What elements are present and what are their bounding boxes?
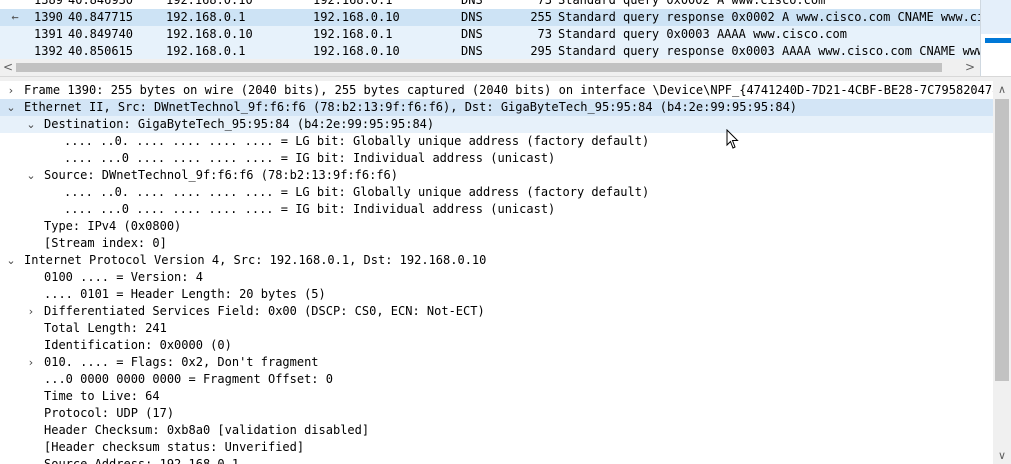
detail-row-ip-identification[interactable]: Identification: 0x0000 (0) — [0, 337, 993, 354]
detail-row-eth-stream-index[interactable]: [Stream index: 0] — [0, 235, 993, 252]
detail-row-ip-version[interactable]: 0100 .... = Version: 4 — [0, 269, 993, 286]
scroll-right-icon[interactable]: > — [962, 59, 978, 76]
detail-row-text: Differentiated Services Field: 0x00 (DSC… — [44, 304, 485, 318]
packet-row-1391[interactable]: 1391 40.849740 192.168.0.10 192.168.0.1 … — [0, 26, 980, 43]
packet-time: 40.850615 — [68, 44, 134, 58]
detail-row-text: Destination: GigaByteTech_95:95:84 (b4:2… — [44, 117, 435, 131]
detail-row-text: .... ..0. .... .... .... .... = LG bit: … — [64, 185, 650, 199]
collapse-chevron-icon[interactable]: ⌄ — [4, 99, 18, 116]
detail-row-ip-header-length[interactable]: .... 0101 = Header Length: 20 bytes (5) — [0, 286, 993, 303]
packet-number: 1391 — [34, 27, 63, 41]
packet-source: 192.168.0.10 — [166, 0, 253, 7]
packet-protocol: DNS — [461, 27, 483, 41]
detail-row-text: Ethernet II, Src: DWnetTechnol_9f:f6:f6 … — [24, 100, 798, 114]
detail-row-text: Protocol: UDP (17) — [44, 406, 175, 420]
packet-info: Standard query 0x0002 A www.cisco.com — [558, 0, 826, 7]
packet-source: 192.168.0.1 — [166, 10, 246, 24]
packet-protocol: DNS — [461, 0, 483, 7]
collapse-chevron-icon[interactable]: ⌄ — [4, 252, 18, 269]
detail-row-text: .... ...0 .... .... .... .... = IG bit: … — [64, 202, 556, 216]
scroll-left-icon[interactable]: < — [0, 59, 16, 76]
packet-row-1392[interactable]: 1392 40.850615 192.168.0.1 192.168.0.10 … — [0, 43, 980, 59]
detail-row-ip-protocol[interactable]: Protocol: UDP (17) — [0, 405, 993, 422]
packet-number: 1392 — [34, 44, 63, 58]
packet-time: 40.847715 — [68, 10, 134, 24]
packet-number: 1390 — [34, 10, 63, 24]
detail-row-text: 0100 .... = Version: 4 — [44, 270, 203, 284]
detail-row-ip-flags[interactable]: › 010. .... = Flags: 0x2, Don't fragment — [0, 354, 993, 371]
detail-row-text: Type: IPv4 (0x0800) — [44, 219, 182, 233]
packet-length: 255 — [530, 10, 552, 24]
packet-protocol: DNS — [461, 10, 483, 24]
detail-row-ip-checksum-status[interactable]: [Header checksum status: Unverified] — [0, 439, 993, 456]
scroll-up-icon[interactable]: ∧ — [993, 81, 1011, 98]
packet-row-1389[interactable]: 1389 40.846930 192.168.0.10 192.168.0.1 … — [0, 0, 980, 9]
mouse-pointer-icon — [726, 129, 739, 149]
detail-row-text: .... 0101 = Header Length: 20 bytes (5) — [44, 287, 326, 301]
expand-chevron-icon[interactable]: › — [24, 303, 38, 320]
packet-length: 73 — [537, 27, 552, 41]
packet-time: 40.849740 — [68, 27, 134, 41]
detail-row-text: .... ...0 .... .... .... .... = IG bit: … — [64, 151, 556, 165]
detail-row-text: Total Length: 241 — [44, 321, 167, 335]
detail-row-eth-type[interactable]: Type: IPv4 (0x0800) — [0, 218, 993, 235]
scroll-down-icon[interactable]: ∨ — [993, 447, 1011, 464]
minimap-visible-region — [981, 0, 1011, 34]
packet-list[interactable]: 1389 40.846930 192.168.0.10 192.168.0.1 … — [0, 0, 980, 59]
detail-row-eth-dst-ig-bit[interactable]: .... ...0 .... .... .... .... = IG bit: … — [0, 150, 993, 167]
packet-length: 295 — [530, 44, 552, 58]
detail-row-ethernet-header[interactable]: ⌄ Ethernet II, Src: DWnetTechnol_9f:f6:f6… — [0, 99, 993, 116]
packet-info: Standard query 0x0003 AAAA www.cisco.com — [558, 27, 847, 41]
detail-row-ip-header-checksum[interactable]: Header Checksum: 0xb8a0 [validation disa… — [0, 422, 993, 439]
packet-list-minimap-scrollbar[interactable] — [980, 0, 1011, 76]
detail-row-ipv4-header[interactable]: ⌄ Internet Protocol Version 4, Src: 192.1… — [0, 252, 993, 269]
detail-row-ip-ttl[interactable]: Time to Live: 64 — [0, 388, 993, 405]
packet-number: 1389 — [34, 0, 63, 7]
details-vertical-scrollbar[interactable]: ∧ ∨ — [993, 81, 1011, 464]
expand-chevron-icon[interactable]: › — [4, 82, 18, 99]
detail-row-frame-summary[interactable]: › Frame 1390: 255 bytes on wire (2040 bit… — [0, 82, 993, 99]
packet-destination: 192.168.0.1 — [313, 27, 393, 41]
detail-row-eth-src-ig-bit[interactable]: .... ...0 .... .... .... .... = IG bit: … — [0, 201, 993, 218]
packet-source: 192.168.0.1 — [166, 44, 246, 58]
packet-destination: 192.168.0.10 — [313, 10, 400, 24]
packet-length: 73 — [537, 0, 552, 7]
detail-row-text: .... ..0. .... .... .... .... = LG bit: … — [64, 134, 650, 148]
packet-time: 40.846930 — [68, 0, 134, 7]
detail-row-text: Source Address: 192.168.0.1 — [44, 457, 240, 464]
detail-row-text: Time to Live: 64 — [44, 389, 160, 403]
detail-row-eth-destination[interactable]: ⌄ Destination: GigaByteTech_95:95:84 (b4:… — [0, 116, 993, 133]
detail-row-text: Identification: 0x0000 (0) — [44, 338, 232, 352]
packet-info: Standard query response 0x0002 A www.cis… — [558, 10, 980, 24]
detail-row-ip-source-address[interactable]: Source Address: 192.168.0.1 — [0, 456, 993, 464]
detail-row-text: [Stream index: 0] — [44, 236, 167, 250]
packet-destination: 192.168.0.1 — [313, 0, 393, 7]
packet-destination: 192.168.0.10 — [313, 44, 400, 58]
collapse-chevron-icon[interactable]: ⌄ — [24, 116, 38, 133]
detail-row-text: ...0 0000 0000 0000 = Fragment Offset: 0 — [44, 372, 333, 386]
related-packet-arrow: ← — [11, 10, 19, 24]
detail-row-text: Internet Protocol Version 4, Src: 192.16… — [24, 253, 487, 267]
packet-details-tree[interactable]: › Frame 1390: 255 bytes on wire (2040 bit… — [0, 81, 993, 464]
detail-row-eth-source[interactable]: ⌄ Source: DWnetTechnol_9f:f6:f6 (78:b2:13… — [0, 167, 993, 184]
packet-row-1390[interactable]: ← 1390 40.847715 192.168.0.1 192.168.0.1… — [0, 9, 980, 26]
packet-protocol: DNS — [461, 44, 483, 58]
collapse-chevron-icon[interactable]: ⌄ — [24, 167, 38, 184]
expand-chevron-icon[interactable]: › — [24, 354, 38, 371]
detail-row-ip-total-length[interactable]: Total Length: 241 — [0, 320, 993, 337]
detail-row-eth-src-lg-bit[interactable]: .... ..0. .... .... .... .... = LG bit: … — [0, 184, 993, 201]
detail-row-text: Header Checksum: 0xb8a0 [validation disa… — [44, 423, 370, 437]
packet-source: 192.168.0.10 — [166, 27, 253, 41]
horizontal-scroll-thumb[interactable] — [16, 63, 942, 72]
detail-row-text: 010. .... = Flags: 0x2, Don't fragment — [44, 355, 319, 369]
packet-list-horizontal-scrollbar[interactable]: < > — [0, 59, 980, 76]
detail-row-text: [Header checksum status: Unverified] — [44, 440, 305, 454]
detail-row-ip-dsfield[interactable]: › Differentiated Services Field: 0x00 (DS… — [0, 303, 993, 320]
detail-row-ip-fragment-offset[interactable]: ...0 0000 0000 0000 = Fragment Offset: 0 — [0, 371, 993, 388]
minimap-selected-marker — [985, 38, 1011, 43]
packet-info: Standard query response 0x0003 AAAA www.… — [558, 44, 980, 58]
detail-row-eth-dst-lg-bit[interactable]: .... ..0. .... .... .... .... = LG bit: … — [0, 133, 993, 150]
detail-row-text: Frame 1390: 255 bytes on wire (2040 bits… — [24, 83, 993, 97]
detail-row-text: Source: DWnetTechnol_9f:f6:f6 (78:b2:13:… — [44, 168, 399, 182]
